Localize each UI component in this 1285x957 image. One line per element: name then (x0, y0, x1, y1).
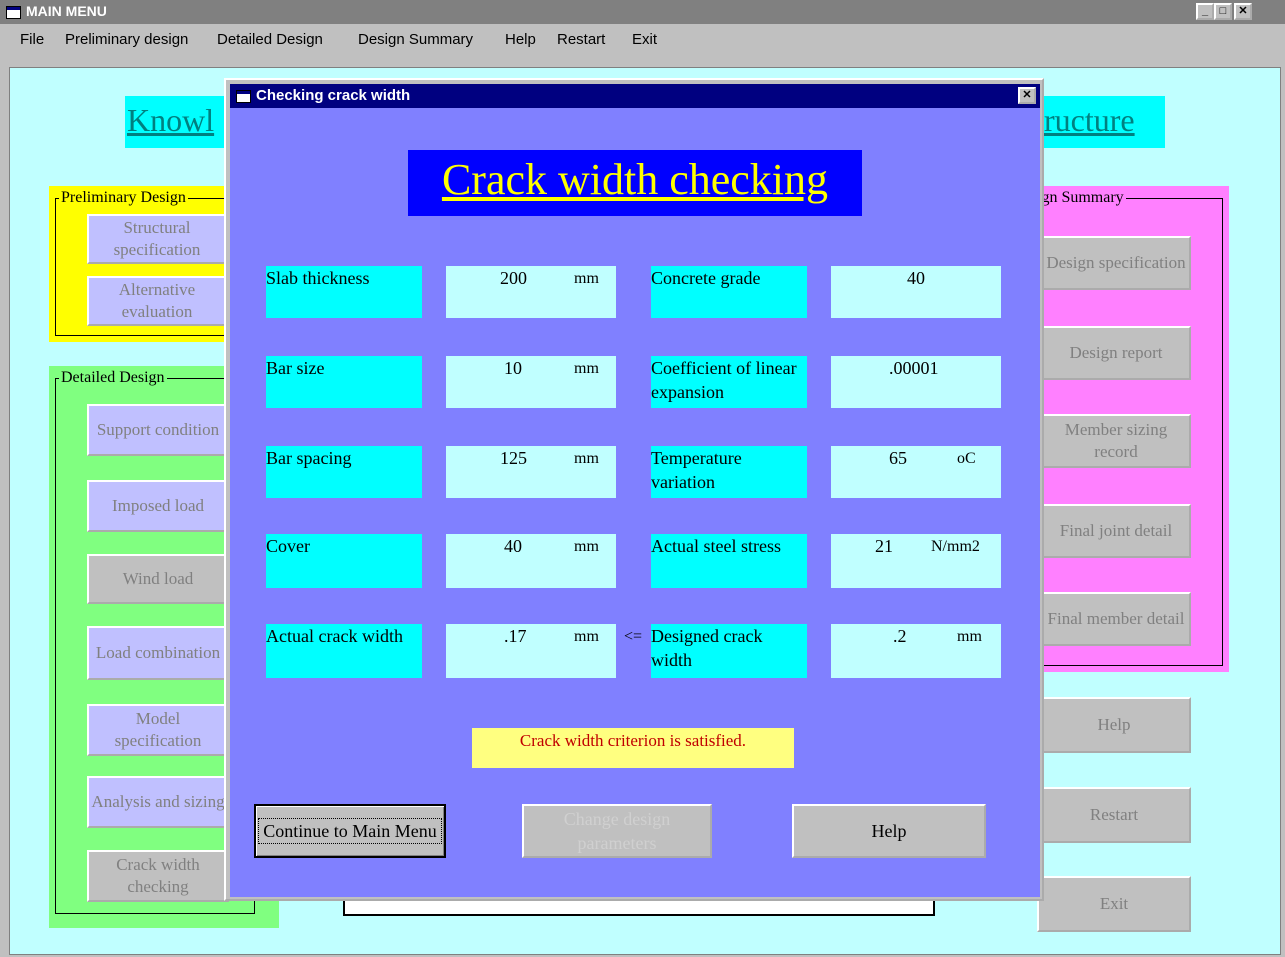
menu-preliminary-design[interactable]: Preliminary design (65, 31, 188, 48)
dialog-icon (236, 90, 251, 103)
preliminary-frame-label: Preliminary Design (59, 189, 188, 207)
comparison-symbol: <= (624, 628, 643, 645)
dialog-title-bar: Checking crack width ✕ (230, 84, 1040, 108)
temperature-variation-label: Temperature variation (651, 446, 807, 498)
imposed-load-button[interactable]: Imposed load (87, 480, 229, 532)
designed-crack-width-unit: mm (957, 628, 982, 645)
detailed-frame-label: Detailed Design (59, 369, 167, 387)
design-report-button[interactable]: Design report (1041, 326, 1191, 380)
alternative-evaluation-button[interactable]: Alternative evaluation (87, 276, 227, 326)
actual-steel-stress-value: 21 (875, 536, 893, 556)
summary-panel: ign Summary Design specification Design … (1035, 186, 1229, 672)
menu-design-summary[interactable]: Design Summary (358, 31, 473, 48)
final-member-detail-button[interactable]: Final member detail (1041, 592, 1191, 646)
temperature-variation-unit: oC (957, 450, 976, 467)
menu-detailed-design[interactable]: Detailed Design (217, 31, 323, 48)
cover-unit: mm (574, 538, 599, 555)
cover-field[interactable]: 40 mm (446, 534, 616, 588)
designed-crack-width-field[interactable]: .2 mm (831, 624, 1001, 678)
help-button[interactable]: Help (1037, 697, 1191, 753)
summary-frame-label: ign Summary (1035, 189, 1126, 207)
actual-crack-width-value: .17 (504, 626, 527, 646)
model-specification-button[interactable]: Model specification (87, 704, 229, 756)
slab-thickness-value: 200 (500, 268, 527, 288)
banner-left: Knowl (125, 96, 235, 148)
concrete-grade-label: Concrete grade (651, 266, 807, 318)
restart-button[interactable]: Restart (1037, 787, 1191, 843)
coefficient-of-linear-expansion-value: .00001 (889, 358, 939, 378)
actual-crack-width-label: Actual crack width (266, 624, 422, 678)
actual-crack-width-field[interactable]: .17 mm (446, 624, 616, 678)
member-sizing-record-button[interactable]: Member sizing record (1041, 414, 1191, 468)
temperature-variation-value: 65 (889, 448, 907, 468)
bar-size-label: Bar size (266, 356, 422, 408)
continue-to-main-menu-button[interactable]: Continue to Main Menu (254, 804, 446, 858)
bar-spacing-field[interactable]: 125 mm (446, 446, 616, 498)
exit-button[interactable]: Exit (1037, 876, 1191, 932)
bar-spacing-label: Bar spacing (266, 446, 422, 498)
bar-spacing-unit: mm (574, 450, 599, 467)
bar-spacing-value: 125 (500, 448, 527, 468)
app-icon (6, 6, 21, 19)
main-window-title: MAIN MENU (26, 3, 107, 19)
coefficient-of-linear-expansion-field[interactable]: .00001 (831, 356, 1001, 408)
concrete-grade-field[interactable]: 40 (831, 266, 1001, 318)
bar-size-value: 10 (504, 358, 522, 378)
slab-thickness-label: Slab thickness (266, 266, 422, 318)
crack-width-checking-button[interactable]: Crack width checking (87, 850, 229, 902)
actual-steel-stress-field[interactable]: 21 N/mm2 (831, 534, 1001, 588)
cover-value: 40 (504, 536, 522, 556)
load-combination-button[interactable]: Load combination (87, 626, 229, 680)
actual-steel-stress-unit: N/mm2 (931, 538, 980, 555)
bar-size-field[interactable]: 10 mm (446, 356, 616, 408)
minimize-icon[interactable]: _ (1196, 3, 1214, 20)
structural-specification-button[interactable]: Structural specification (87, 214, 227, 264)
dialog-title: Checking crack width (256, 87, 411, 104)
bar-size-unit: mm (574, 360, 599, 377)
wind-load-button[interactable]: Wind load (87, 554, 229, 604)
maximize-icon[interactable]: □ (1214, 3, 1232, 20)
slab-thickness-field[interactable]: 200 mm (446, 266, 616, 318)
designed-crack-width-value: .2 (893, 626, 907, 646)
slab-thickness-unit: mm (574, 270, 599, 287)
menu-bar: File Preliminary design Detailed Design … (0, 24, 1285, 56)
close-icon[interactable]: ✕ (1234, 3, 1252, 20)
dialog-heading: Crack width checking (408, 150, 862, 216)
main-title-bar: MAIN MENU _ □ ✕ (0, 0, 1285, 24)
cover-label: Cover (266, 534, 422, 588)
banner-right: ructure (1040, 96, 1165, 148)
support-condition-button[interactable]: Support condition (87, 404, 229, 456)
menu-help[interactable]: Help (505, 31, 536, 48)
designed-crack-width-label: Designed crack width (651, 624, 807, 678)
crack-width-dialog: Checking crack width ✕ Crack width check… (224, 78, 1044, 901)
result-message: Crack width criterion is satisfied. (472, 728, 794, 768)
preliminary-panel: Preliminary Design Structural specificat… (49, 186, 235, 342)
coefficient-of-linear-expansion-label: Coefficient of linear expansion (651, 356, 807, 408)
dialog-body: Crack width checking Slab thickness Bar … (230, 108, 1040, 897)
menu-file[interactable]: File (20, 31, 44, 48)
temperature-variation-field[interactable]: 65 oC (831, 446, 1001, 498)
dialog-close-icon[interactable]: ✕ (1018, 87, 1036, 104)
concrete-grade-value: 40 (907, 268, 925, 288)
change-design-parameters-button[interactable]: Change design parameters (522, 804, 712, 858)
design-specification-button[interactable]: Design specification (1041, 236, 1191, 290)
menu-restart[interactable]: Restart (557, 31, 605, 48)
analysis-and-sizing-button[interactable]: Analysis and sizing (87, 776, 229, 828)
actual-crack-width-unit: mm (574, 628, 599, 645)
dialog-help-button[interactable]: Help (792, 804, 986, 858)
final-joint-detail-button[interactable]: Final joint detail (1041, 504, 1191, 558)
menu-exit[interactable]: Exit (632, 31, 657, 48)
continue-to-main-menu-label: Continue to Main Menu (258, 818, 442, 844)
actual-steel-stress-label: Actual steel stress (651, 534, 807, 588)
